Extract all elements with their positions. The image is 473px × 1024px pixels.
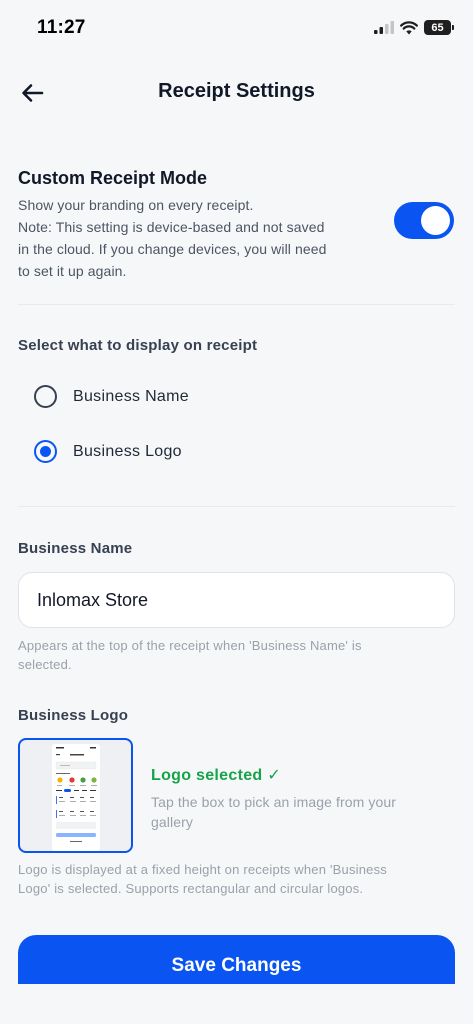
business-name-helper: Appears at the top of the receipt when '…: [18, 636, 362, 674]
hint-line: Tap the box to pick an image from your: [151, 794, 397, 810]
battery-level: 65: [431, 21, 444, 34]
logo-selected-status: Logo selected ✓: [151, 767, 281, 784]
helper-line: Logo is displayed at a fixed height on r…: [18, 862, 387, 877]
description-line: in the cloud. If you change devices, you…: [18, 241, 327, 257]
business-name-label: Business Name: [18, 540, 133, 557]
battery-icon: 65: [424, 20, 454, 35]
radio-label: Business Name: [73, 387, 189, 405]
radio-option-business-logo[interactable]: Business Logo: [34, 440, 182, 463]
divider: [18, 506, 455, 507]
cellular-signal-icon: [374, 21, 394, 34]
bottom-mask: [0, 984, 473, 1024]
helper-line: selected.: [18, 657, 72, 672]
logo-preview-image: [52, 744, 100, 851]
status-bar: 11:27 65: [0, 0, 473, 56]
description-line: Show your branding on every receipt.: [18, 197, 254, 213]
divider: [18, 304, 455, 305]
business-logo-helper: Logo is displayed at a fixed height on r…: [18, 860, 387, 898]
header: Receipt Settings: [0, 70, 473, 114]
page-title: Receipt Settings: [158, 80, 315, 102]
business-logo-label: Business Logo: [18, 707, 129, 724]
radio-selected[interactable]: [34, 440, 57, 463]
radio-unselected[interactable]: [34, 385, 57, 408]
helper-line: Logo' is selected. Supports rectangular …: [18, 881, 364, 896]
radio-option-business-name[interactable]: Business Name: [34, 385, 189, 408]
hint-line: gallery: [151, 814, 193, 830]
logo-picker-hint: Tap the box to pick an image from your g…: [151, 792, 436, 832]
toggle-knob: [421, 206, 450, 235]
status-icons: 65: [374, 20, 454, 35]
custom-mode-description: Show your branding on every receipt. Not…: [18, 194, 327, 282]
display-options-title: Select what to display on receipt: [18, 337, 258, 354]
status-time: 11:27: [37, 17, 86, 38]
description-line: Note: This setting is device-based and n…: [18, 219, 325, 235]
custom-mode-title: Custom Receipt Mode: [18, 168, 208, 188]
custom-mode-toggle[interactable]: [394, 202, 454, 239]
logo-preview-graphic: [55, 747, 97, 842]
description-line: to set it up again.: [18, 263, 127, 279]
logo-picker[interactable]: [18, 738, 133, 853]
business-name-input[interactable]: [18, 572, 455, 628]
radio-label: Business Logo: [73, 442, 182, 460]
wifi-icon: [400, 20, 418, 34]
helper-line: Appears at the top of the receipt when '…: [18, 638, 362, 653]
